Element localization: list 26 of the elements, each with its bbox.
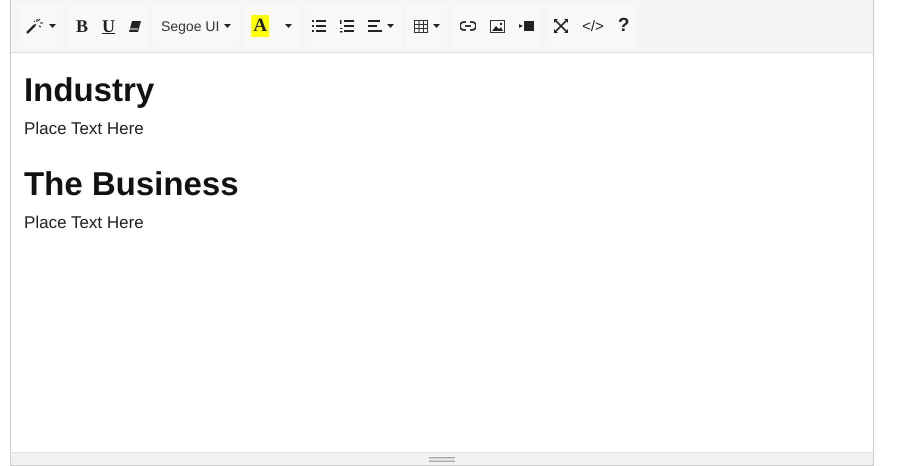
- paragraph: Place Text Here: [24, 213, 145, 233]
- heading: The Business: [24, 165, 240, 203]
- code-view-button[interactable]: </>: [575, 9, 611, 43]
- caret-icon: [433, 24, 440, 28]
- table-icon: [414, 20, 428, 32]
- bold-button[interactable]: B: [69, 9, 96, 43]
- font-dropdown[interactable]: Segoe UI: [154, 9, 238, 43]
- numbered-list-icon: [340, 20, 354, 32]
- underline-button[interactable]: U: [95, 9, 122, 43]
- caret-icon: [224, 24, 232, 28]
- caret-icon: [49, 24, 56, 28]
- fullscreen-icon: [554, 19, 568, 33]
- magic-wand-icon: [26, 18, 44, 34]
- resize-grip-icon: [429, 456, 455, 462]
- help-button[interactable]: ?: [610, 9, 636, 43]
- align-icon: [368, 20, 382, 32]
- bulleted-list-icon: [312, 20, 326, 32]
- caret-icon: [285, 24, 292, 28]
- paragraph: Place Text Here: [24, 119, 145, 139]
- caret-icon: [387, 24, 394, 28]
- video-icon: [519, 21, 534, 31]
- heading: Industry: [24, 71, 156, 109]
- eraser-icon: [129, 20, 142, 32]
- link-icon: [460, 21, 476, 31]
- image-icon: [490, 20, 506, 32]
- text-color-button[interactable]: A: [244, 9, 276, 43]
